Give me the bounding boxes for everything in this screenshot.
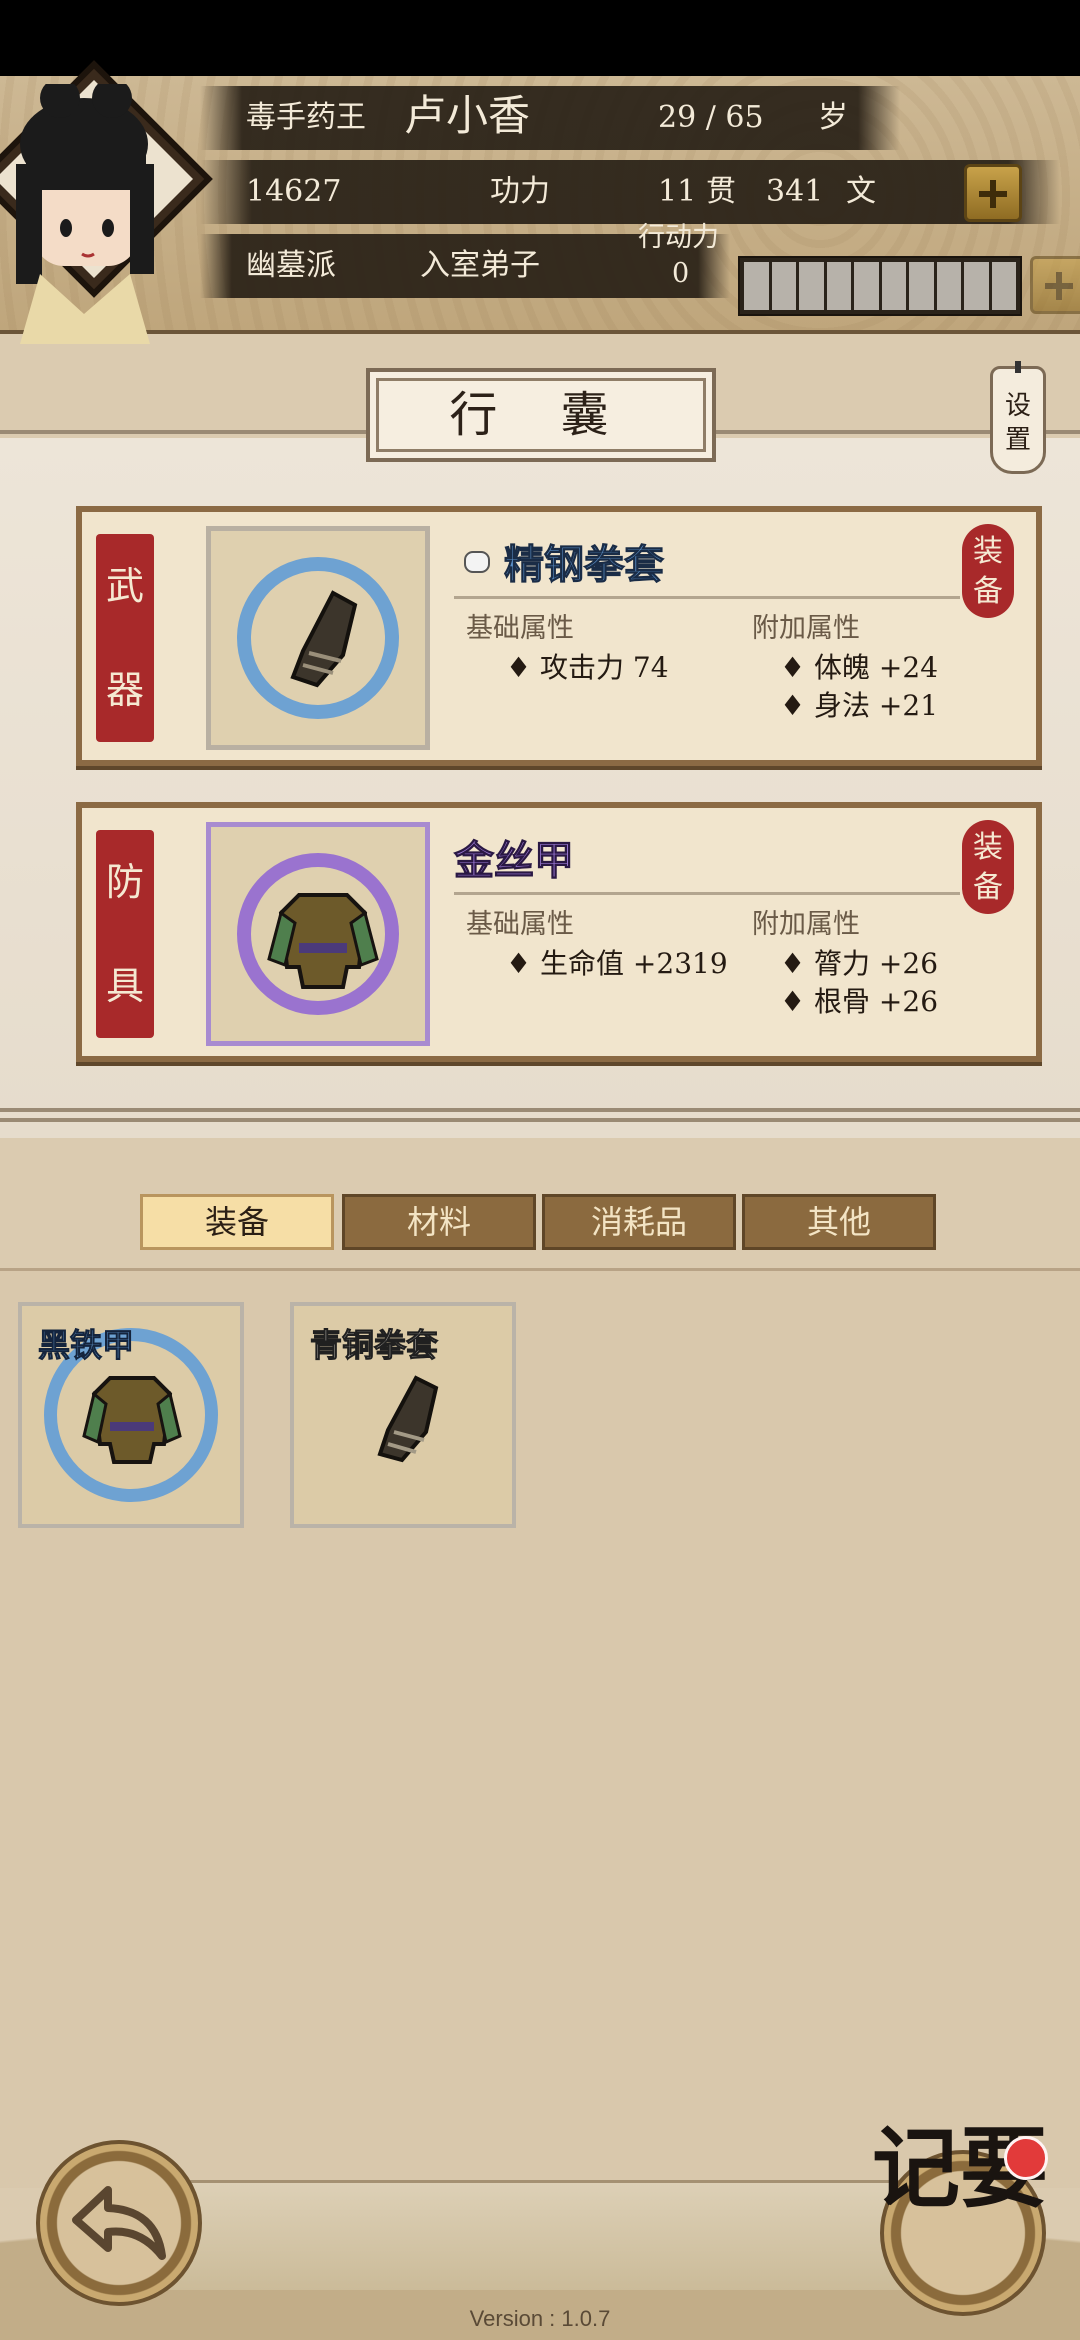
action-energy-segment [826, 262, 851, 310]
weapon-name: 精钢拳套 [504, 541, 665, 589]
weapon-slot-label-bottom: 器 [105, 668, 144, 712]
status-bar [0, 0, 1080, 76]
action-energy-bar [738, 256, 1022, 316]
fist-icon [464, 551, 490, 573]
armor-slot-label-top: 防 [105, 860, 144, 904]
character-title: 毒手药王 [246, 100, 366, 135]
weapon-slot-label-top: 武 [105, 564, 144, 608]
armor-name: 金丝甲 [454, 837, 575, 885]
equip-seal[interactable]: 装 备 [962, 524, 1014, 618]
settings-button[interactable]: 设置 [990, 361, 1046, 474]
armor-icon [267, 893, 379, 989]
bonus-stats-label: 附加属性 [752, 909, 860, 940]
action-energy-segment [744, 262, 769, 310]
bonus-stat-text: 根骨 +26 [814, 985, 939, 1018]
equip-seal-bottom: 备 [973, 870, 1003, 905]
inventory-item-name: 黑铁甲 [37, 1326, 135, 1365]
inventory-item[interactable]: 黑铁甲 [18, 1302, 244, 1528]
equip-seal[interactable]: 装 备 [962, 820, 1014, 914]
inventory-item[interactable]: 青铜拳套 [290, 1302, 516, 1528]
money-guan-unit: 贯 [706, 174, 736, 209]
bonus-stat-text: 体魄 +24 [814, 651, 939, 684]
inventory-item-name: 青铜拳套 [309, 1326, 439, 1365]
age-unit: 岁 [818, 100, 848, 135]
action-energy-segment [799, 262, 824, 310]
gauntlet-icon [377, 1375, 439, 1463]
equipped-armor-card[interactable]: 防 具 金丝甲 基础属性 附加属性 ♦ 生命值 +2319 ♦ 膂力 +26 ♦… [76, 802, 1042, 1062]
avatar-face-icon [16, 84, 154, 344]
armor-slot-label-bottom: 具 [105, 964, 144, 1008]
bottom-bar [150, 2180, 970, 2290]
action-energy-segment [854, 262, 879, 310]
money-guan-value: 11 [658, 174, 697, 209]
weapon-slot-label: 武 器 [96, 534, 154, 742]
disciple-rank: 入室弟子 [420, 248, 540, 283]
armor-icon [82, 1376, 182, 1464]
back-button[interactable] [36, 2140, 202, 2306]
frame-divider-bottom [0, 1108, 1080, 1122]
add-action-button[interactable] [1030, 256, 1080, 314]
equipped-weapon-card[interactable]: 武 器 精钢拳套 基础属性 附加属性 ♦ 攻击力 74 ♦ 体魄 +24 ♦ 身… [76, 506, 1042, 766]
add-money-button[interactable] [964, 164, 1022, 222]
equip-seal-top: 装 [973, 534, 1003, 569]
power-label: 功力 [490, 174, 550, 209]
bonus-stat: ♦ 体魄 +24 [780, 651, 939, 684]
tab-equipment[interactable]: 装备 [140, 1194, 334, 1250]
bonus-stat-text: 膂力 +26 [814, 947, 939, 980]
equip-seal-bottom: 备 [973, 574, 1003, 609]
base-stat: ♦ 生命值 +2319 [506, 947, 728, 980]
armor-item-slot[interactable] [206, 822, 430, 1046]
action-energy-segment [909, 262, 934, 310]
action-energy-segment [964, 262, 989, 310]
tab-other[interactable]: 其他 [742, 1194, 936, 1250]
notification-dot [1004, 2136, 1048, 2180]
bonus-stats-label: 附加属性 [752, 613, 860, 644]
action-value: 0 [672, 258, 690, 289]
back-arrow-icon [72, 2186, 166, 2260]
action-label: 行动力 [638, 222, 719, 253]
tab-consumables[interactable]: 消耗品 [542, 1194, 736, 1250]
tab-materials[interactable]: 材料 [342, 1194, 536, 1250]
gauntlet-icon [290, 590, 358, 688]
money-wen-value: 341 [766, 174, 824, 209]
action-energy-segment [991, 262, 1016, 310]
weapon-item-slot[interactable] [206, 526, 430, 750]
base-stat: ♦ 攻击力 74 [506, 651, 669, 684]
version-label: Version : 1.0.7 [469, 2306, 611, 2331]
bonus-stat-text: 身法 +21 [814, 689, 939, 722]
base-stat-text: 生命值 +2319 [540, 947, 728, 980]
power-value: 14627 [246, 174, 342, 209]
base-stats-label: 基础属性 [466, 909, 574, 940]
bonus-stat: ♦ 身法 +21 [780, 689, 939, 722]
base-stats-label: 基础属性 [466, 613, 574, 644]
stat-divider [454, 892, 960, 895]
equip-seal-top: 装 [973, 830, 1003, 865]
action-energy-segment [936, 262, 961, 310]
money-wen-unit: 文 [846, 174, 876, 209]
action-energy-segment [771, 262, 796, 310]
action-energy-segment [881, 262, 906, 310]
base-stat-text: 攻击力 74 [540, 651, 669, 684]
bonus-stat: ♦ 根骨 +26 [780, 985, 939, 1018]
age-value: 29 / 65 [658, 100, 764, 135]
stat-divider [454, 596, 960, 599]
character-name: 卢小香 [404, 91, 531, 140]
sect-name: 幽墓派 [246, 248, 336, 283]
page-title: 行 囊 [449, 387, 633, 443]
bonus-stat: ♦ 膂力 +26 [780, 947, 939, 980]
armor-slot-label: 防 具 [96, 830, 154, 1038]
